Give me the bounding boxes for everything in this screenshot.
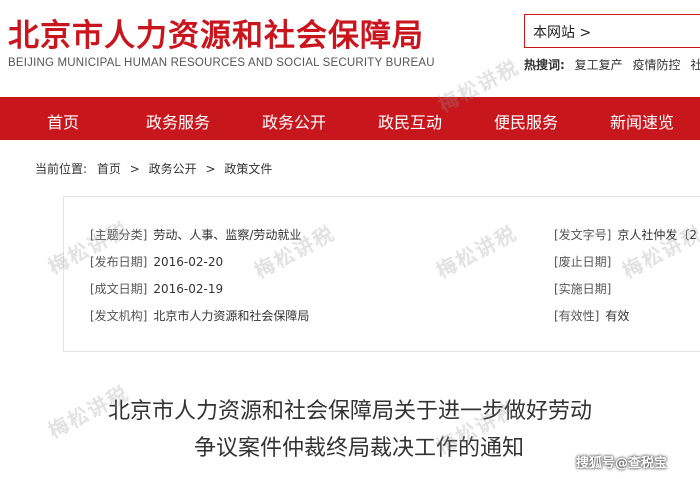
meta-subject-category: [主题分类] 劳动、人事、监察/劳动就业 (90, 226, 301, 243)
nav-item-home[interactable]: 首页 (47, 109, 79, 133)
nav-item-interaction[interactable]: 政民互动 (378, 109, 442, 133)
meta-effective-date: [实施日期] (554, 280, 617, 297)
search-input[interactable]: 本网站 > (524, 14, 700, 48)
meta-key: [主题分类] (90, 228, 148, 242)
hot-search-item[interactable]: 社 (690, 58, 700, 72)
meta-repeal-date: [废止日期] (554, 253, 617, 270)
meta-validity: [有效性] 有效 (554, 307, 629, 324)
site-title[interactable]: 北京市人力资源和社会保障局 (8, 10, 424, 55)
meta-value: 劳动、人事、监察/劳动就业 (153, 228, 302, 242)
meta-key: [废止日期] (554, 255, 612, 269)
meta-value: 2016-02-20 (153, 255, 224, 269)
meta-value: 北京市人力资源和社会保障局 (153, 309, 310, 323)
article-title-line-1: 北京市人力资源和社会保障局关于进一步做好劳动 (108, 399, 593, 424)
meta-value: 京人社仲发〔2 (617, 228, 698, 242)
search-scope-selector[interactable]: 本网站 > (533, 22, 591, 42)
breadcrumb-link-disclosure[interactable]: 政务公开 (149, 162, 197, 176)
main-nav: 首页 政务服务 政务公开 政民互动 便民服务 新闻速览 (0, 97, 700, 140)
meta-value: 有效 (605, 309, 630, 323)
meta-key: [成文日期] (90, 282, 148, 296)
site-subtitle: BEIJING MUNICIPAL HUMAN RESOURCES AND SO… (8, 57, 435, 69)
document-meta-box: [主题分类] 劳动、人事、监察/劳动就业 [发布日期] 2016-02-20 [成文… (63, 196, 700, 352)
hot-search-item[interactable]: 复工复产 (575, 58, 623, 72)
meta-publish-date: [发布日期] 2016-02-20 (90, 253, 223, 270)
meta-written-date: [成文日期] 2016-02-19 (90, 280, 223, 297)
meta-key: [实施日期] (554, 282, 612, 296)
breadcrumb-label: 当前位置: (35, 162, 88, 176)
breadcrumb-separator: > (205, 162, 216, 176)
breadcrumb-link-policy[interactable]: 政策文件 (224, 162, 272, 176)
meta-key: [有效性] (554, 309, 600, 323)
hot-search-label: 热搜词: (524, 58, 565, 72)
breadcrumb-link-home[interactable]: 首页 (97, 162, 121, 176)
meta-key: [发文字号] (554, 228, 612, 242)
site-header: 北京市人力资源和社会保障局 BEIJING MUNICIPAL HUMAN RE… (0, 0, 700, 97)
meta-doc-number: [发文字号] 京人社仲发〔2 (554, 226, 697, 243)
breadcrumb-separator: > (129, 162, 140, 176)
meta-key: [发布日期] (90, 255, 148, 269)
meta-issuing-body: [发文机构] 北京市人力资源和社会保障局 (90, 307, 309, 324)
meta-key: [发文机构] (90, 309, 148, 323)
nav-item-gov-services[interactable]: 政务服务 (146, 109, 210, 133)
nav-item-public-services[interactable]: 便民服务 (494, 109, 558, 133)
breadcrumb: 当前位置: 首页 > 政务公开 > 政策文件 (35, 160, 272, 177)
source-watermark: 搜狐号@查税宝 (576, 456, 668, 471)
article-title-line-2: 争议案件仲裁终局裁决工作的通知 (194, 436, 525, 461)
hot-search-item[interactable]: 疫情防控 (632, 58, 680, 72)
meta-value: 2016-02-19 (153, 282, 224, 296)
nav-item-news[interactable]: 新闻速览 (610, 109, 674, 133)
nav-item-gov-disclosure[interactable]: 政务公开 (262, 109, 326, 133)
hot-search-bar: 热搜词: 复工复产 疫情防控 社 (524, 56, 700, 73)
